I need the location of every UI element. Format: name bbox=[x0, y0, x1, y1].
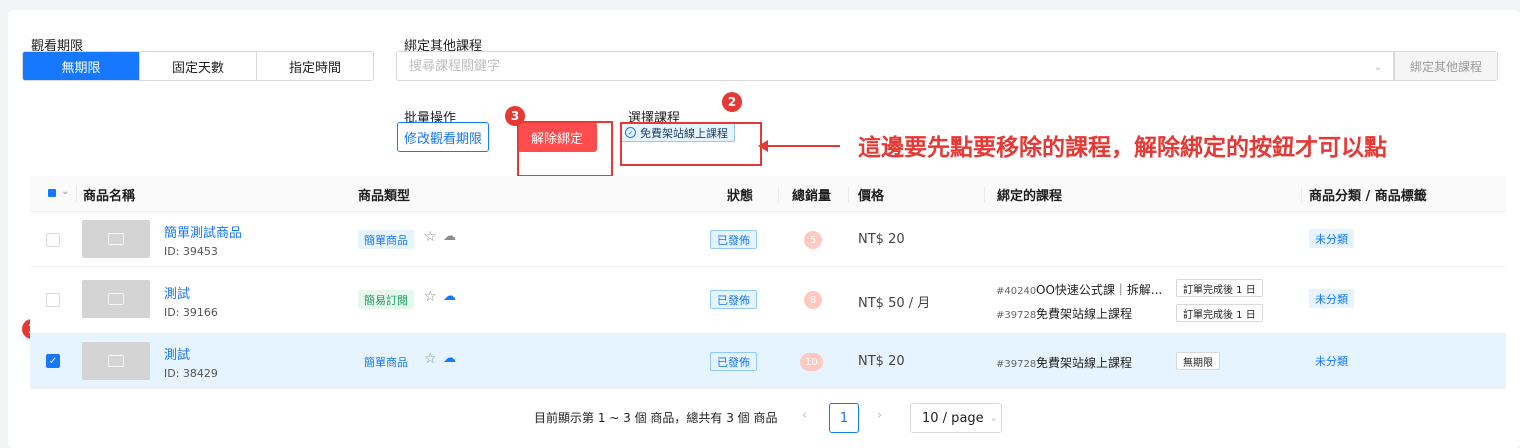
cloud-filled-icon[interactable]: ☁ bbox=[443, 289, 456, 304]
column-divider bbox=[778, 186, 779, 202]
period-option-unlimited[interactable]: 無期限 bbox=[23, 52, 139, 80]
product-name-link[interactable]: 測試 bbox=[164, 283, 190, 302]
status-badge: 已發佈 bbox=[710, 352, 757, 371]
image-icon bbox=[108, 233, 124, 245]
header-price: 價格 bbox=[858, 188, 885, 204]
annotation-arrow-head bbox=[758, 140, 768, 152]
row-checkbox-checked[interactable]: ✓ bbox=[46, 354, 60, 368]
product-type-tag: 簡單商品 bbox=[358, 352, 414, 371]
product-id: ID: 39453 bbox=[164, 245, 218, 258]
chevron-down-icon[interactable]: ⌄ bbox=[1370, 58, 1386, 74]
bind-other-courses-button[interactable]: 綁定其他課程 bbox=[1394, 51, 1498, 81]
row-checkbox[interactable] bbox=[46, 293, 60, 307]
product-name-link[interactable]: 簡單測試商品 bbox=[164, 222, 242, 241]
price-value: NT$ 50 / 月 bbox=[858, 296, 931, 311]
viewing-period-segmented: 無期限 固定天數 指定時間 bbox=[22, 51, 374, 81]
category-tag: 未分類 bbox=[1309, 289, 1354, 308]
status-badge: 已發佈 bbox=[710, 230, 757, 249]
header-status: 狀態 bbox=[727, 188, 754, 204]
table-header: ⌄ 商品名稱 商品類型 狀態 總銷量 價格 綁定的課程 商品分類 / 商品標籤 bbox=[30, 176, 1506, 212]
annotation-box-chip bbox=[620, 122, 762, 166]
sales-count-badge: 8 bbox=[804, 291, 822, 309]
course-search-input[interactable] bbox=[396, 51, 1394, 81]
cloud-filled-icon[interactable]: ☁ bbox=[443, 351, 456, 366]
bound-course-id: #39728 bbox=[996, 359, 1037, 370]
annotation-box-unbind bbox=[517, 121, 613, 177]
period-option-specific-time[interactable]: 指定時間 bbox=[256, 52, 373, 80]
product-thumbnail bbox=[82, 342, 150, 380]
product-type-tag: 簡易訂閱 bbox=[358, 290, 414, 309]
chevron-right-icon[interactable]: › bbox=[877, 408, 882, 423]
header-name: 商品名稱 bbox=[83, 188, 136, 204]
chevron-down-icon: ⌄ bbox=[989, 412, 999, 424]
category-tag: 未分類 bbox=[1309, 229, 1354, 248]
table-row-selected[interactable]: ✓ 測試 ID: 38429 簡單商品 ☆ ☁ 已發佈 10 NT$ 20 #3… bbox=[30, 334, 1506, 389]
product-thumbnail bbox=[82, 280, 150, 318]
bound-course-name: 免費架站線上課程 bbox=[1036, 307, 1133, 321]
page-size-select[interactable]: 10 / page ⌄ bbox=[910, 403, 1002, 433]
column-divider bbox=[76, 186, 77, 202]
product-name-link[interactable]: 測試 bbox=[164, 344, 190, 363]
bound-course-name: 免費架站線上課程 bbox=[1036, 356, 1133, 370]
bound-course-id: #40240 bbox=[996, 286, 1037, 297]
pagination-page-1[interactable]: 1 bbox=[829, 403, 859, 433]
product-type-tag: 簡單商品 bbox=[358, 230, 414, 249]
page-size-value: 10 / page bbox=[922, 410, 984, 426]
product-id: ID: 39166 bbox=[164, 306, 218, 319]
column-divider bbox=[984, 186, 985, 202]
header-type: 商品類型 bbox=[358, 188, 411, 204]
image-icon bbox=[108, 355, 124, 367]
annotation-marker-2: 2 bbox=[722, 92, 742, 112]
bound-course-period-tag: 訂單完成後 1 日 bbox=[1176, 304, 1263, 322]
annotation-arrow-line bbox=[766, 145, 840, 147]
sales-count-badge: 5 bbox=[804, 231, 822, 249]
select-all-checkbox[interactable] bbox=[48, 189, 56, 197]
chevron-left-icon[interactable]: ‹ bbox=[802, 408, 807, 423]
edit-viewing-period-button[interactable]: 修改觀看期限 bbox=[397, 122, 489, 152]
bound-course-period-tag: 無期限 bbox=[1176, 352, 1220, 370]
header-category: 商品分類 / 商品標籤 bbox=[1309, 188, 1427, 204]
star-icon[interactable]: ☆ bbox=[424, 229, 437, 245]
star-icon[interactable]: ☆ bbox=[424, 289, 437, 305]
bound-course-id: #39728 bbox=[996, 310, 1037, 321]
chevron-down-icon[interactable]: ⌄ bbox=[61, 186, 69, 197]
sales-count-badge: 10 bbox=[800, 353, 823, 371]
period-option-fixed-days[interactable]: 固定天數 bbox=[139, 52, 256, 80]
table-row[interactable]: 測試 ID: 39166 簡易訂閱 ☆ ☁ 已發佈 8 NT$ 50 / 月 #… bbox=[30, 267, 1506, 334]
price-value: NT$ 20 bbox=[858, 354, 905, 369]
column-divider bbox=[1301, 186, 1302, 202]
product-id: ID: 38429 bbox=[164, 367, 218, 380]
pagination-summary: 目前顯示第 1 ~ 3 個 商品，總共有 3 個 商品 bbox=[534, 411, 778, 425]
annotation-marker-3: 3 bbox=[505, 106, 525, 126]
price-value: NT$ 20 bbox=[858, 232, 905, 247]
product-thumbnail bbox=[82, 220, 150, 258]
annotation-note: 這邊要先點要移除的課程，解除綁定的按鈕才可以點 bbox=[858, 135, 1387, 161]
image-icon bbox=[108, 293, 124, 305]
column-divider bbox=[848, 186, 849, 202]
status-badge: 已發佈 bbox=[710, 290, 757, 309]
header-bound-courses: 綁定的課程 bbox=[997, 188, 1063, 204]
bound-course-period-tag: 訂單完成後 1 日 bbox=[1176, 279, 1263, 297]
table-row[interactable]: 簡單測試商品 ID: 39453 簡單商品 ☆ ☁ 已發佈 5 NT$ 20 未… bbox=[30, 212, 1506, 267]
header-sales: 總銷量 bbox=[792, 188, 832, 204]
category-tag: 未分類 bbox=[1315, 354, 1348, 368]
bound-course-name: OO快速公式課｜拆解... bbox=[1036, 283, 1163, 297]
cloud-outline-icon[interactable]: ☁ bbox=[443, 229, 456, 244]
star-icon[interactable]: ☆ bbox=[424, 351, 437, 367]
row-checkbox[interactable] bbox=[46, 233, 60, 247]
